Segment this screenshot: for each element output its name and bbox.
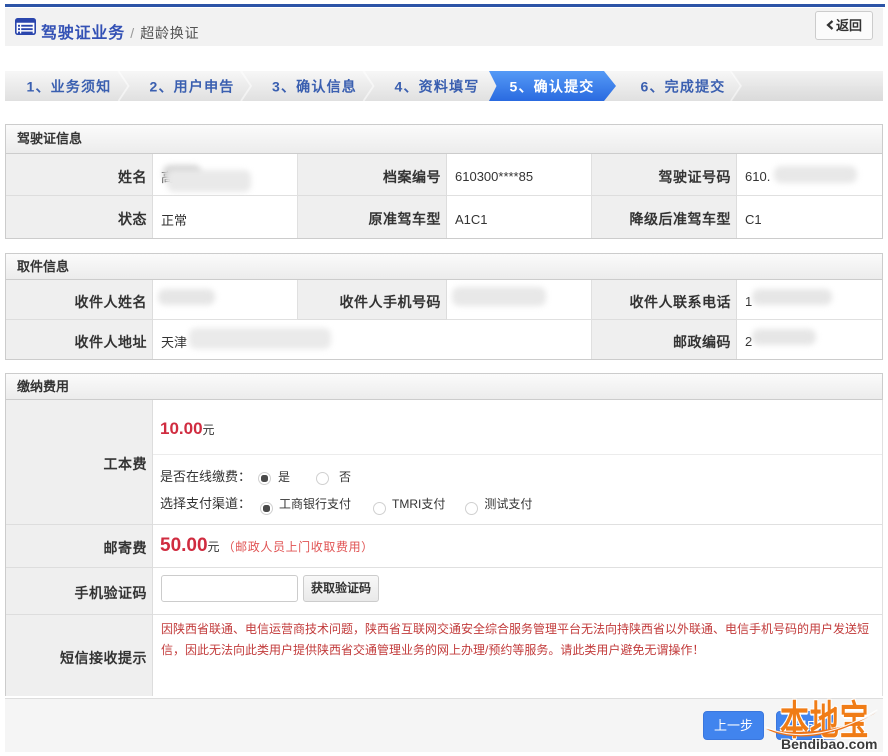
svg-text:2、用户申告: 2、用户申告: [150, 79, 235, 95]
svg-text:3、确认信息: 3、确认信息: [272, 79, 357, 95]
svg-text:1、业务须知: 1、业务须知: [27, 79, 112, 95]
svg-text:4、资料填写: 4、资料填写: [395, 79, 480, 95]
svg-text:5、确认提交: 5、确认提交: [510, 79, 595, 95]
svg-text:6、完成提交: 6、完成提交: [641, 79, 726, 95]
